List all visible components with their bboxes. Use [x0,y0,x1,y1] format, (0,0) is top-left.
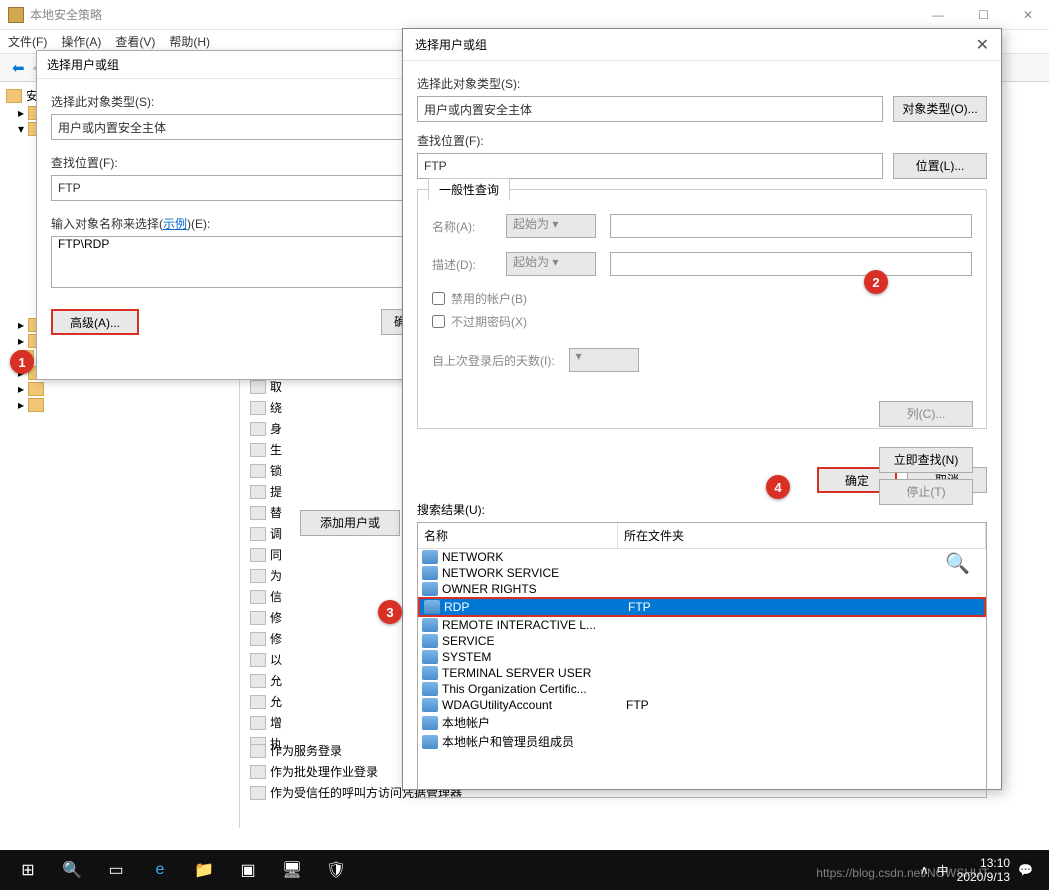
close-button[interactable]: ✕ [1015,6,1041,24]
menu-file[interactable]: 文件(F) [8,33,47,50]
user-icon [422,650,438,664]
desc-query-label: 描述(D): [432,256,492,273]
object-type-field [417,96,883,122]
location-field [417,153,883,179]
user-icon [422,582,438,596]
start-button[interactable]: ⊞ [6,850,50,890]
annotation-2: 2 [864,270,888,294]
policy-item[interactable]: 为 [250,565,400,586]
days-since-logon-label: 自上次登录后的天数(I): [432,352,555,369]
app-icon[interactable]: 🖥 [270,850,314,890]
object-type-field [51,114,407,140]
policy-item[interactable]: 修 [250,628,400,649]
days-select[interactable]: ▾ [569,348,639,372]
policy-item[interactable]: 身 [250,418,400,439]
close-icon[interactable]: ✕ [976,35,989,55]
policy-item[interactable]: 生 [250,439,400,460]
menu-view[interactable]: 查看(V) [115,33,155,50]
main-titlebar: 本地安全策略 — ☐ ✕ [0,0,1049,30]
col-name[interactable]: 名称 [418,523,618,548]
user-icon [422,735,438,749]
user-icon [422,716,438,730]
policy-item[interactable]: 提 [250,481,400,502]
result-row[interactable]: WDAGUtilityAccountFTP [418,697,986,713]
disabled-accounts-checkbox[interactable]: 禁用的帐户(B) [432,290,972,307]
name-match-select[interactable]: 起始为 ▾ [506,214,596,238]
result-row[interactable]: SYSTEM [418,649,986,665]
result-row[interactable]: OWNER RIGHTS [418,581,986,597]
user-icon [422,698,438,712]
find-now-button[interactable]: 立即查找(N) [879,447,973,473]
result-row[interactable]: 本地帐户和管理员组成员 [418,732,986,751]
result-row[interactable]: This Organization Certific... [418,681,986,697]
task-view-icon[interactable]: ▭ [94,850,138,890]
locations-button[interactable]: 位置(L)... [893,153,987,179]
object-name-label: 输入对象名称来选择(示例)(E): [51,215,407,232]
object-type-label: 选择此对象类型(S): [51,93,407,110]
dialog2-title: 选择用户或组 [415,36,487,53]
columns-button[interactable]: 列(C)... [879,401,973,427]
back-icon[interactable]: ⬅ [8,59,29,77]
user-icon [422,666,438,680]
user-icon [422,566,438,580]
location-field [51,175,407,201]
tree-node[interactable]: ▸ [2,397,237,413]
policy-item[interactable]: 同 [250,544,400,565]
policy-item[interactable]: 锁 [250,460,400,481]
menu-action[interactable]: 操作(A) [61,33,101,50]
app-icon[interactable]: 🛡 [314,850,358,890]
policy-item[interactable]: 增 [250,712,400,733]
location-label: 查找位置(F): [51,154,407,171]
object-types-button[interactable]: 对象类型(O)... [893,96,987,122]
object-name-input[interactable]: FTP\RDP [51,236,407,288]
policy-item[interactable]: 信 [250,586,400,607]
name-query-label: 名称(A): [432,218,492,235]
tree-node[interactable]: ▸ [2,381,237,397]
menu-help[interactable]: 帮助(H) [169,33,210,50]
policy-list: 取绕身生锁提替调同为信修修以允允增执 [250,376,400,754]
maximize-button[interactable]: ☐ [970,6,997,24]
policy-item[interactable]: 绕 [250,397,400,418]
explorer-icon[interactable]: 📁 [182,850,226,890]
result-row[interactable]: REMOTE INTERACTIVE L... [418,617,986,633]
ie-icon[interactable]: e [138,850,182,890]
minimize-button[interactable]: — [924,6,952,24]
example-link[interactable]: 示例 [163,217,187,231]
result-row[interactable]: 本地帐户 [418,713,986,732]
desc-query-input[interactable] [610,252,972,276]
app-icon[interactable]: ▣ [226,850,270,890]
dialog-title: 选择用户或组 [37,51,421,79]
watermark: https://blog.csdn.net/NOWSHUT [816,866,989,880]
search-icon: 🔍 [945,551,973,575]
user-icon [422,682,438,696]
user-icon [422,618,438,632]
select-user-dialog-basic: 选择用户或组 选择此对象类型(S): 查找位置(F): 输入对象名称来选择(示例… [36,50,422,380]
desc-match-select[interactable]: 起始为 ▾ [506,252,596,276]
annotation-3: 3 [378,600,402,624]
user-icon [424,600,440,614]
stop-button: 停止(T) [879,479,973,505]
object-type-label: 选择此对象类型(S): [417,75,987,92]
select-user-dialog-advanced: 选择用户或组 ✕ 选择此对象类型(S): 对象类型(O)... 查找位置(F):… [402,28,1002,790]
result-row[interactable]: RDPFTP [418,597,986,617]
advanced-button[interactable]: 高级(A)... [51,309,139,335]
user-icon [422,634,438,648]
app-icon [8,7,24,23]
policy-item[interactable]: 允 [250,670,400,691]
search-icon[interactable]: 🔍 [50,850,94,890]
policy-item[interactable]: 允 [250,691,400,712]
annotation-4: 4 [766,475,790,499]
policy-item[interactable]: 以 [250,649,400,670]
notifications-icon[interactable]: 💬 [1018,863,1033,877]
add-user-button[interactable]: 添加用户或 [300,510,400,536]
window-title: 本地安全策略 [30,6,102,23]
result-row[interactable]: TERMINAL SERVER USER [418,665,986,681]
annotation-1: 1 [10,350,34,374]
nonexpiring-pwd-checkbox[interactable]: 不过期密码(X) [432,313,972,330]
result-row[interactable]: SERVICE [418,633,986,649]
common-queries-tab[interactable]: 一般性查询 [428,178,510,201]
name-query-input[interactable] [610,214,972,238]
location-label: 查找位置(F): [417,132,987,149]
user-icon [422,550,438,564]
